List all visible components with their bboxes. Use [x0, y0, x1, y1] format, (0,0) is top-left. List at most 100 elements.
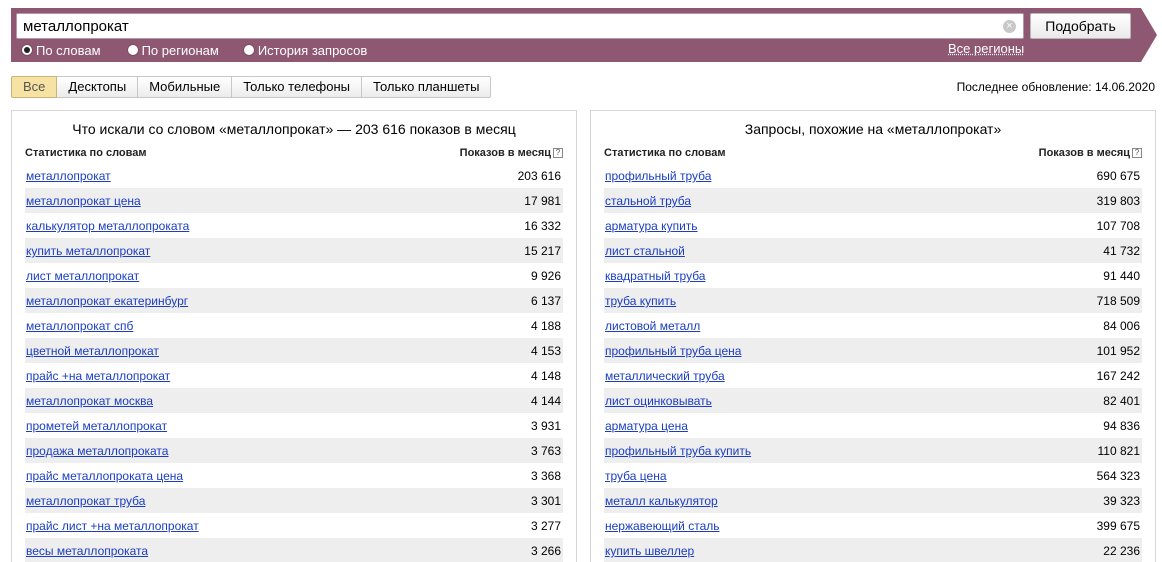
keyword-link[interactable]: труба цена [605, 469, 667, 483]
keyword-link[interactable]: профильный труба цена [605, 344, 741, 358]
last-update-text: Последнее обновление: 14.06.2020 [956, 80, 1155, 94]
table-row: весы металлопроката 3 266 [25, 538, 563, 562]
impressions-count: 203 616 [517, 169, 561, 183]
device-tabs: Все Десктопы Мобильные Только телефоны Т… [11, 76, 492, 98]
keyword-link[interactable]: прайс лист +на металлопрокат [26, 519, 199, 533]
impressions-count: 91 440 [1103, 269, 1140, 283]
clear-icon[interactable]: × [1003, 20, 1016, 33]
keyword-link[interactable]: прайс +на металлопрокат [26, 369, 170, 383]
table-row: металлопрокат труба 3 301 [25, 488, 563, 513]
impressions-count: 3 931 [530, 419, 561, 433]
search-input[interactable] [17, 14, 1023, 38]
table-row: металлопрокат спб 4 188 [25, 313, 563, 338]
radio-icon [242, 44, 255, 56]
table-row: металлический труба 167 242 [604, 363, 1142, 388]
table-row: лист оцинковывать 82 401 [604, 388, 1142, 413]
column-count-header: Показов в месяц ? [1039, 147, 1142, 159]
table-row: профильный труба 690 675 [604, 163, 1142, 188]
tab-mobile[interactable]: Мобильные [138, 76, 233, 98]
keyword-link[interactable]: купить швеллер [605, 544, 694, 558]
table-row: металлопрокат москва 4 144 [25, 388, 563, 413]
table-row: квадратный труба 91 440 [604, 263, 1142, 288]
impressions-count: 3 763 [530, 444, 561, 458]
table-row: металлопрокат екатеринбург 6 137 [25, 288, 563, 313]
keyword-link[interactable]: продажа металлопроката [26, 444, 168, 458]
similar-queries-panel: Запросы, похожие на «металлопрокат» Стат… [590, 110, 1156, 562]
keyword-link[interactable]: лист металлопрокат [26, 269, 139, 283]
table-row: листовой металл 84 006 [604, 313, 1142, 338]
keyword-link[interactable]: металл калькулятор [605, 494, 718, 508]
keyword-link[interactable]: весы металлопроката [26, 544, 148, 558]
keyword-link[interactable]: профильный труба [605, 169, 711, 183]
keyword-link[interactable]: прайс металлопроката цена [26, 469, 183, 483]
table-row: калькулятор металлопроката 16 332 [25, 213, 563, 238]
keyword-link[interactable]: лист стальной [605, 244, 685, 258]
keyword-table: профильный труба 690 675 стальной труба 319… [604, 163, 1142, 562]
column-count-header: Показов в месяц ? [460, 147, 563, 159]
help-icon[interactable]: ? [1132, 148, 1142, 158]
table-row: металлопрокат 203 616 [25, 163, 563, 188]
impressions-count: 3 266 [530, 544, 561, 558]
tab-phones-only[interactable]: Только телефоны [232, 76, 363, 98]
table-row: лист металлопрокат 9 926 [25, 263, 563, 288]
mode-by-regions-radio[interactable]: По регионам [126, 43, 219, 58]
mode-history-radio[interactable]: История запросов [242, 42, 368, 58]
impressions-count: 3 301 [530, 494, 561, 508]
impressions-count: 718 509 [1096, 294, 1140, 308]
search-mode-group: По словам По регионам История запросов [21, 42, 391, 58]
keyword-link[interactable]: металлопрокат цена [26, 194, 141, 208]
table-row: продажа металлопроката 3 763 [25, 438, 563, 463]
tab-desktops[interactable]: Десктопы [57, 76, 139, 98]
keyword-link[interactable]: нержавеющий сталь [605, 519, 720, 533]
tab-all[interactable]: Все [11, 76, 58, 98]
tab-tablets-only[interactable]: Только планшеты [362, 76, 492, 98]
table-row: арматура купить 107 708 [604, 213, 1142, 238]
keyword-link[interactable]: металлопрокат екатеринбург [26, 294, 188, 308]
keyword-link[interactable]: прометей металлопрокат [26, 419, 167, 433]
panel-title: Что искали со словом «металлопрокат» — 2… [72, 121, 516, 137]
impressions-count: 4 148 [530, 369, 561, 383]
keyword-link[interactable]: металлопрокат москва [26, 394, 153, 408]
table-row: арматура цена 94 836 [604, 413, 1142, 438]
keyword-link[interactable]: металлический труба [605, 369, 725, 383]
impressions-count: 22 236 [1103, 544, 1140, 558]
table-row: прайс металлопроката цена 3 368 [25, 463, 563, 488]
keyword-link[interactable]: труба купить [605, 294, 676, 308]
search-field[interactable]: × [16, 13, 1024, 39]
impressions-count: 4 144 [530, 394, 561, 408]
all-regions-link[interactable]: Все регионы [948, 41, 1024, 56]
keyword-link[interactable]: металлопрокат труба [26, 494, 145, 508]
impressions-count: 167 242 [1096, 369, 1140, 383]
keyword-link[interactable]: цветной металлопрокат [26, 344, 159, 358]
table-row: лист стальной 41 732 [604, 238, 1142, 263]
keyword-link[interactable]: арматура купить [605, 219, 698, 233]
keyword-link[interactable]: металлопрокат спб [26, 319, 133, 333]
keyword-link[interactable]: квадратный труба [605, 269, 705, 283]
table-row: прометей металлопрокат 3 931 [25, 413, 563, 438]
keyword-link[interactable]: листовой металл [605, 319, 700, 333]
keyword-link[interactable]: профильный труба купить [605, 444, 751, 458]
impressions-count: 6 137 [530, 294, 561, 308]
help-icon[interactable]: ? [553, 148, 563, 158]
radio-icon [21, 44, 33, 56]
keyword-link[interactable]: калькулятор металлопроката [26, 219, 189, 233]
keyword-link[interactable]: стальной труба [605, 194, 691, 208]
impressions-count: 107 708 [1096, 219, 1140, 233]
column-keyword-header: Статистика по словам [25, 147, 147, 159]
mode-label: История запросов [257, 42, 368, 58]
impressions-count: 16 332 [524, 219, 561, 233]
keyword-link[interactable]: металлопрокат [26, 169, 111, 183]
keyword-link[interactable]: купить металлопрокат [26, 244, 150, 258]
impressions-count: 39 323 [1103, 494, 1140, 508]
keyword-link[interactable]: лист оцинковывать [605, 394, 712, 408]
keyword-link[interactable]: арматура цена [605, 419, 688, 433]
table-row: прайс +на металлопрокат 4 148 [25, 363, 563, 388]
column-count-label: Показов в месяц [1038, 147, 1130, 159]
table-row: нержавеющий сталь 399 675 [604, 513, 1142, 538]
impressions-count: 319 803 [1096, 194, 1140, 208]
column-count-label: Показов в месяц [459, 147, 551, 159]
impressions-count: 84 006 [1103, 319, 1140, 333]
impressions-count: 94 836 [1103, 419, 1140, 433]
mode-by-words-radio[interactable]: По словам [21, 43, 101, 58]
submit-button[interactable]: Подобрать [1030, 13, 1131, 39]
